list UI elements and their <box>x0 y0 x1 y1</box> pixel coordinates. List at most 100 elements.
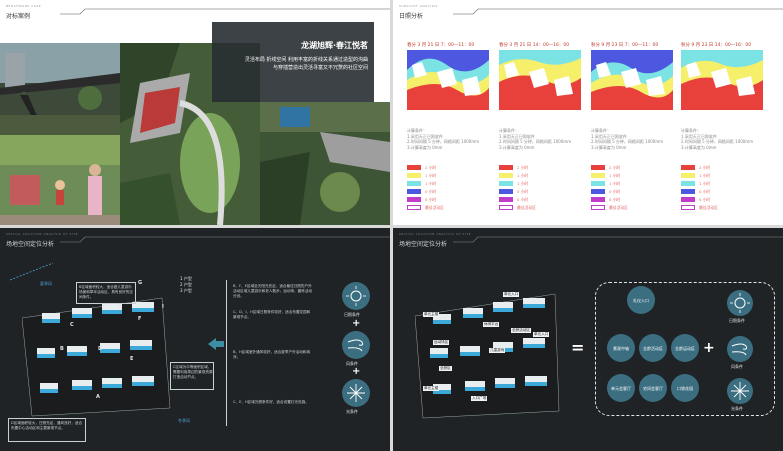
light-condition-label: 光条件 <box>346 409 358 414</box>
calc-conditions-1: 计算条件： 1.采用天正日照软件 2.时间间隔 5 分钟，网格间距 1000mm… <box>407 128 480 150</box>
header-line <box>60 8 390 15</box>
legend-label: 1 小时 <box>425 181 437 186</box>
photo-playground-kids <box>0 135 120 225</box>
season-label-4: 秋分 9 月 23 日 14：00—16：00 <box>681 43 752 48</box>
legend-label-best: 最佳活动区 <box>609 205 628 210</box>
legend-swatch <box>499 181 513 186</box>
panel-site-space-analysis: SPATIAL LOCATION ANALYSIS OF SITE 场地空间定位… <box>0 228 390 451</box>
legend-swatch <box>407 181 421 186</box>
legend-swatch <box>407 197 421 202</box>
building-label: 单元入口 <box>533 332 550 337</box>
legend-label: 1 小时 <box>699 173 711 178</box>
legend-swatch <box>681 165 695 170</box>
description-line-1: 灵活布局 折线空间 利用丰富的折线关系通过造型的沟曲 <box>244 57 368 63</box>
legend-label: 0 小时 <box>517 189 529 194</box>
legend-swatch <box>591 165 605 170</box>
legend-swatch-best <box>591 205 605 210</box>
block-label: G <box>138 280 143 286</box>
case-title-card: 龙湖旭辉·春江悦茗 灵活布局 折线空间 利用丰富的折线关系通过造型的沟曲 与穿插… <box>212 22 374 102</box>
summer-wind-label: 夏季风 <box>40 281 52 286</box>
legend-swatch <box>407 189 421 194</box>
legend-label: 1 小时 <box>699 181 711 186</box>
legend-swatch <box>681 173 695 178</box>
building-label: 单元主楼 <box>423 386 440 391</box>
page-title: 场地空间定位分析 <box>399 241 448 248</box>
legend-swatch-best <box>681 205 695 210</box>
calc-conditions-3: 计算条件： 1.采用天正日照软件 2.时间间隔 5 分钟，网格间距 1000mm… <box>591 128 664 150</box>
winter-wind-label: 冬季风 <box>178 418 190 423</box>
legend-label: 0 小时 <box>609 197 621 202</box>
heatmap-3 <box>591 50 673 110</box>
plus-sign-1: + <box>352 318 361 329</box>
calc-conditions-2: 计算条件： 1.采用天正日照软件 2.时间间隔 5 分钟，网格间距 1000mm… <box>499 128 572 150</box>
legend-swatch-best <box>499 205 513 210</box>
header-line <box>453 8 783 15</box>
building-label: 全龄区 <box>439 366 452 371</box>
plus-sign-2: + <box>352 366 361 377</box>
building-label: 儿童游戏 <box>489 348 506 353</box>
header-line <box>60 236 390 243</box>
legend-swatch <box>499 165 513 170</box>
legend-label: 0 小时 <box>425 189 437 194</box>
heatmap-1 <box>407 50 489 110</box>
wind-condition-icon <box>342 331 370 359</box>
block-label: H <box>118 304 123 310</box>
space-node: 礼仪入口 <box>627 286 655 314</box>
building-label: 单元主楼 <box>423 312 440 317</box>
legend-label: 2 小时 <box>425 165 437 170</box>
page-title: 对标案例 <box>6 13 31 20</box>
space-node: 单元会客厅 <box>607 374 635 402</box>
note-box-bottom: D区域面积较大，日照充足，通风良好，适合布置中心活动区和主要景观节点。 <box>8 418 86 442</box>
space-node: 全龄活动区 <box>639 334 667 362</box>
panel-benchmark-case: BENCHMARK CASE 对标案例 龙湖旭辉·春江悦茗 灵活布局 折线空间 … <box>0 0 390 225</box>
legend-label: 0 小时 <box>699 197 711 202</box>
legend-swatch <box>407 165 421 170</box>
photo-pavilion <box>0 43 120 135</box>
legend-swatch <box>407 173 421 178</box>
space-node: 景观中轴 <box>607 334 635 362</box>
light-condition-label: 光条件 <box>731 406 743 411</box>
legend-label: 1 小时 <box>609 173 621 178</box>
case-title: 龙湖旭辉·春江悦茗 <box>300 41 368 50</box>
legend-swatch <box>681 197 695 202</box>
block-label: A <box>96 394 100 400</box>
block-label: C <box>70 322 74 328</box>
legend-label: 1 小时 <box>609 181 621 186</box>
legend-swatch <box>681 181 695 186</box>
season-label-2: 春分 3 月 21 日 14：00—16：00 <box>499 43 570 48</box>
block-label: B <box>60 346 64 352</box>
panel-site-space-positioning: SPATIAL LOCATION ANALYSIS OF SITE 场地空间定位… <box>393 228 783 451</box>
space-node: 宅间会客厅 <box>639 374 667 402</box>
case-description: 灵活布局 折线空间 利用丰富的折线关系通过造型的沟曲 与穿插营造出灵活寻富又不冗… <box>218 56 368 72</box>
header-subtitle: SUNLIGHT ANALYSIS <box>399 4 438 8</box>
season-label-1: 春分 3 月 21 日 7：00—11：00 <box>407 43 475 48</box>
legend-label: 2 小时 <box>699 165 711 170</box>
legend-label: 0 小时 <box>699 189 711 194</box>
legend-swatch <box>499 173 513 178</box>
note-box-mid: C区域为中等面积区域，需要利用周边的景观资源打造活动节点。 <box>170 362 214 390</box>
legend-label: 1 小时 <box>517 181 529 186</box>
sun-condition-icon <box>727 290 753 316</box>
page-title: 日照分析 <box>399 13 424 20</box>
block-label: D <box>98 346 103 352</box>
wind-condition-icon <box>727 336 753 362</box>
legend-label: 0 小时 <box>609 189 621 194</box>
legend-swatch <box>499 189 513 194</box>
building-label: 运动场区 <box>433 340 450 345</box>
legend-label-best: 最佳活动区 <box>699 205 718 210</box>
heatmap-4 <box>681 50 763 110</box>
legend-label: 0 小时 <box>425 197 437 202</box>
sun-condition-label: 日照条件 <box>729 318 745 323</box>
legend-label: 0 小时 <box>517 197 529 202</box>
legend-label-best: 最佳活动区 <box>425 205 444 210</box>
legend-swatch <box>591 173 605 178</box>
legend-label: 2 小时 <box>609 165 621 170</box>
calc-conditions-4: 计算条件： 1.采用天正日照软件 2.时间间隔 5 分钟，网格间距 1000mm… <box>681 128 754 150</box>
light-condition-icon <box>727 378 753 404</box>
legend-swatch <box>591 181 605 186</box>
header-subtitle: BENCHMARK CASE <box>6 4 42 8</box>
site-plan-positioning <box>415 293 560 419</box>
heatmap-2 <box>499 50 581 110</box>
light-condition-icon <box>342 379 370 407</box>
wind-condition-label: 风条件 <box>731 364 743 369</box>
